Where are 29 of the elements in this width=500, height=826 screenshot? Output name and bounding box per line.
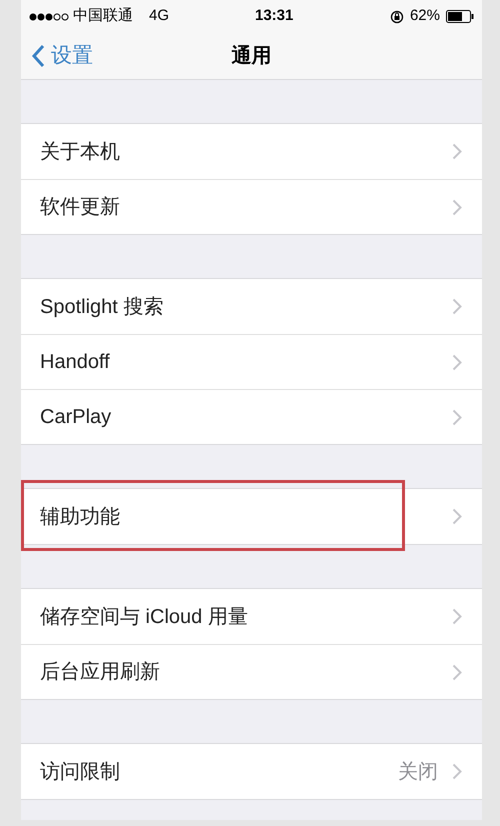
back-chevron-icon: [31, 44, 45, 68]
settings-row[interactable]: Spotlight 搜索: [21, 279, 482, 334]
battery-icon: [446, 10, 474, 23]
chevron-icon: [452, 354, 462, 370]
status-time: 13:31: [255, 6, 294, 26]
settings-row[interactable]: Handoff: [21, 334, 482, 389]
carrier-name: 中国联通: [73, 6, 133, 26]
chevron-icon: [452, 608, 462, 625]
settings-row[interactable]: 软件更新: [21, 179, 482, 234]
settings-row[interactable]: 关于本机: [21, 124, 482, 179]
settings-row[interactable]: 访问限制 关闭: [21, 744, 482, 799]
chevron-icon: [452, 298, 462, 315]
battery-percent: 62%: [410, 6, 440, 26]
back-button[interactable]: 设置: [31, 40, 93, 72]
settings-row[interactable]: 储存空间与 iCloud 用量: [21, 589, 482, 644]
network-type: 4G: [149, 6, 170, 26]
chevron-icon: [452, 143, 462, 160]
chevron-icon: [452, 508, 462, 525]
chevron-icon: [452, 664, 462, 680]
chevron-icon: [452, 408, 462, 426]
chevron-icon: [452, 198, 462, 216]
settings-row[interactable]: 辅助功能: [21, 489, 482, 544]
settings-row[interactable]: CarPlay: [21, 389, 482, 444]
settings-row[interactable]: 后台应用刷新: [21, 644, 482, 699]
row-value: 关闭: [398, 760, 438, 784]
chevron-icon: [452, 763, 462, 780]
nav-title: 通用: [232, 44, 272, 69]
rotation-lock-icon: [390, 10, 404, 24]
signal-icon: [29, 12, 69, 22]
